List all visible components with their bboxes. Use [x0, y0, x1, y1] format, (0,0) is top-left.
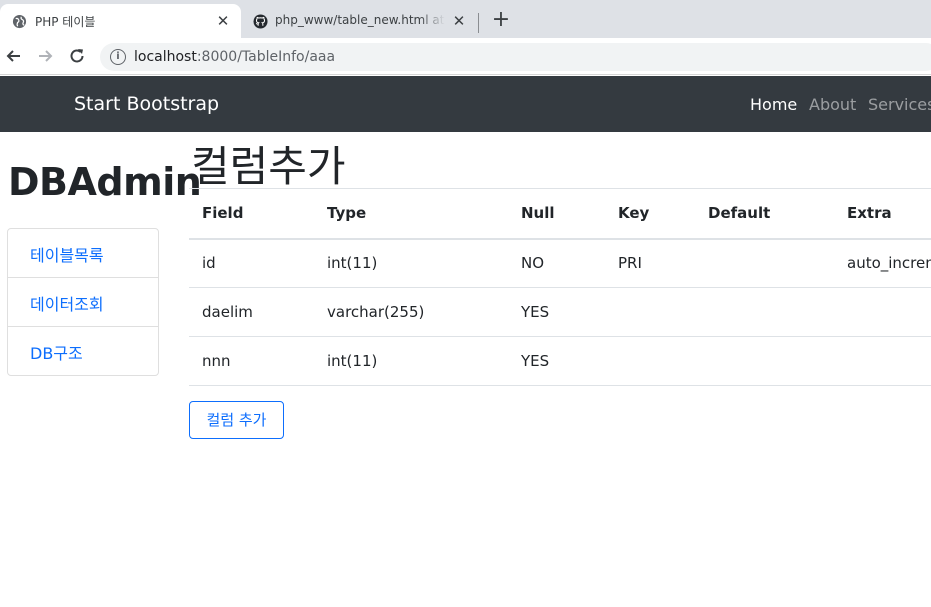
site-navbar: Start Bootstrap Home About Services	[0, 76, 931, 132]
browser-toolbar: i localhost:8000/TableInfo/aaa	[0, 38, 931, 75]
browser-tab-php-table[interactable]: PHP 테이블 ✕	[0, 4, 241, 38]
tab-title: PHP 테이블	[35, 15, 96, 29]
table-cell: int(11)	[314, 336, 508, 386]
column-header-extra: Extra	[834, 188, 931, 240]
column-header-default: Default	[695, 188, 834, 240]
columns-table: Field Type Null Key Default Extra id int…	[189, 188, 931, 386]
table-cell: NO	[508, 238, 605, 288]
table-cell	[695, 336, 834, 386]
table-cell: YES	[508, 287, 605, 337]
table-row: nnn int(11) YES	[189, 336, 931, 386]
browser-tab-strip: PHP 테이블 ✕ php_www/table_new.html at mast…	[0, 0, 931, 38]
table-cell: YES	[508, 336, 605, 386]
close-tab-icon[interactable]: ✕	[215, 13, 231, 29]
globe-icon	[12, 14, 27, 29]
close-tab-icon[interactable]: ✕	[451, 13, 467, 29]
nav-link-home[interactable]: Home	[750, 95, 797, 114]
table-cell	[605, 336, 695, 386]
sidebar-title: DBAdmin	[8, 160, 202, 204]
column-header-null: Null	[508, 188, 605, 240]
nav-link-about[interactable]: About	[809, 95, 856, 114]
back-arrow-icon[interactable]	[4, 46, 24, 66]
tab-divider	[478, 13, 479, 33]
table-row: id int(11) NO PRI auto_increment	[189, 238, 931, 288]
column-header-field: Field	[189, 188, 314, 240]
table-cell	[605, 287, 695, 337]
nav-link-services[interactable]: Services	[868, 95, 931, 114]
table-row: daelim varchar(255) YES	[189, 287, 931, 337]
page-title: 컬럼추가	[191, 142, 346, 191]
github-icon	[253, 14, 268, 29]
url-text: localhost:8000/TableInfo/aaa	[134, 49, 336, 65]
table-cell: int(11)	[314, 238, 508, 288]
reload-icon[interactable]	[67, 46, 87, 66]
site-info-icon[interactable]: i	[110, 49, 126, 65]
table-cell	[695, 287, 834, 337]
table-cell: auto_increment	[834, 238, 931, 288]
sidebar-menu: 테이블목록 데이터조회 DB구조	[7, 228, 159, 376]
sidebar-item-db-structure[interactable]: DB구조	[8, 327, 158, 375]
table-cell	[834, 336, 931, 386]
add-column-button[interactable]: 컬럼 추가	[189, 401, 284, 439]
table-cell: daelim	[189, 287, 314, 337]
sidebar-item-table-list[interactable]: 테이블목록	[8, 229, 158, 278]
table-cell: nnn	[189, 336, 314, 386]
browser-tab-github[interactable]: php_www/table_new.html at master ✕	[241, 4, 477, 38]
new-tab-icon[interactable]: +	[490, 9, 512, 32]
table-cell	[695, 238, 834, 288]
sidebar-item-data-view[interactable]: 데이터조회	[8, 278, 158, 327]
table-cell: PRI	[605, 238, 695, 288]
column-header-type: Type	[314, 188, 508, 240]
table-cell: varchar(255)	[314, 287, 508, 337]
column-header-key: Key	[605, 188, 695, 240]
address-bar[interactable]: i localhost:8000/TableInfo/aaa	[100, 43, 931, 71]
table-header-row: Field Type Null Key Default Extra	[189, 188, 931, 240]
table-cell: id	[189, 238, 314, 288]
forward-arrow-icon[interactable]	[35, 46, 55, 66]
tab-title: php_www/table_new.html at master	[275, 13, 445, 27]
navbar-brand[interactable]: Start Bootstrap	[74, 93, 219, 115]
table-cell	[834, 287, 931, 337]
